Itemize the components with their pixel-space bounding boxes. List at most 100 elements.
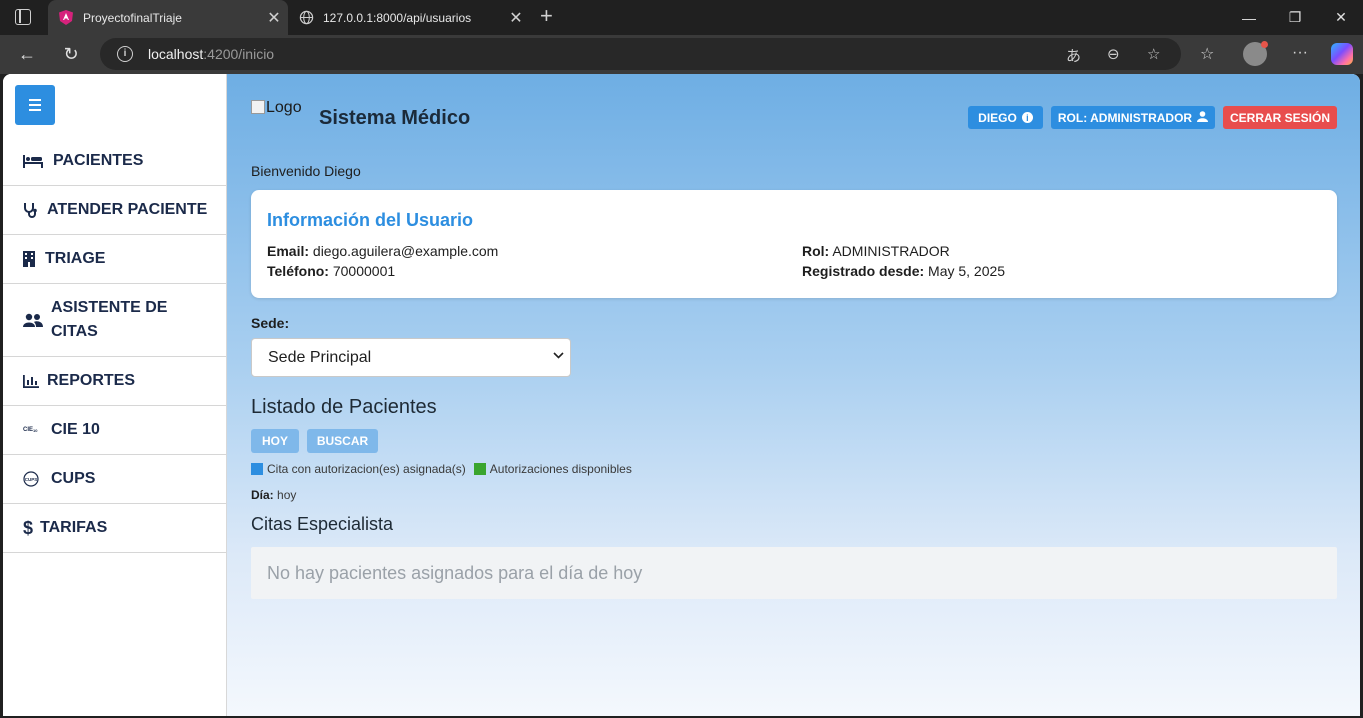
legend-swatch-blue (251, 463, 263, 475)
day-indicator: Día: hoy (251, 488, 296, 502)
sidebar-item-asistente-citas[interactable]: ASISTENTE DE CITAS (3, 284, 226, 357)
tab-close-icon[interactable]: ✕ (260, 8, 288, 28)
page-title: Sistema Médico (319, 107, 471, 129)
globe-icon (298, 10, 314, 26)
more-options-icon[interactable]: ⊖ (1107, 45, 1120, 63)
sidebar-item-label: CIE 10 (51, 421, 100, 438)
search-button[interactable]: BUSCAR (307, 429, 378, 453)
favorite-star-icon[interactable]: ☆ (1147, 45, 1160, 63)
profile-avatar-icon[interactable] (1243, 41, 1268, 66)
building-icon (23, 251, 45, 267)
copilot-icon[interactable] (1331, 43, 1353, 65)
role-row: Rol: ADMINISTRADOR (802, 243, 950, 259)
translate-icon[interactable]: あ (1066, 45, 1081, 66)
users-icon (23, 313, 51, 327)
close-window-icon[interactable]: ✕ (1318, 0, 1363, 35)
sede-select[interactable]: Sede Principal (251, 338, 571, 377)
empty-state: No hay pacientes asignados para el día d… (251, 547, 1337, 599)
main-content: Logo Sistema Médico DIEGO i ROL: ADMINIS… (227, 74, 1360, 716)
logo-alt-text: Logo (266, 99, 302, 116)
browser-tabstrip: ProyectofinalTriaje ✕ 127.0.0.1:8000/api… (0, 0, 1363, 35)
today-button[interactable]: HOY (251, 429, 299, 453)
info-circle-icon: i (1021, 112, 1033, 123)
broken-image-icon (251, 100, 265, 114)
new-tab-icon[interactable]: + (540, 5, 553, 27)
legend-swatch-green (473, 463, 486, 475)
tab-api-usuarios[interactable]: 127.0.0.1:8000/api/usuarios ✕ (288, 0, 530, 35)
day-label: Día: (251, 488, 274, 502)
sidebar-item-cie10[interactable]: CIE 10 CIE 10 (3, 406, 226, 455)
user-info-card: Información del Usuario Email: diego.agu… (251, 190, 1337, 298)
cie-icon: CIE 10 (23, 427, 38, 433)
url-text[interactable]: localhost:4200/inicio (148, 46, 274, 62)
email-label: Email: (267, 243, 310, 259)
phone-row: Teléfono: 70000001 (267, 263, 395, 279)
sede-label: Sede: (251, 315, 290, 331)
tab-proyecto[interactable]: ProyectofinalTriaje ✕ (48, 0, 288, 35)
phone-label: Teléfono: (267, 263, 329, 279)
welcome-text: Bienvenido Diego (251, 163, 361, 179)
legend-label: Cita con autorizacion(es) asignada(s) (267, 462, 466, 476)
chart-icon (23, 374, 47, 388)
registered-row: Registrado desde: May 5, 2025 (802, 263, 1005, 279)
logout-button[interactable]: CERRAR SESIÓN (1223, 106, 1337, 129)
role-button-label: ROL: ADMINISTRADOR (1057, 110, 1193, 125)
browser-toolbar: ← ↻ i localhost:4200/inicio あ ⊖ ☆ ☆ ··· (0, 35, 1363, 74)
favorites-icon[interactable]: ☆ (1200, 44, 1214, 64)
sidebar: PACIENTES ATENDER PACIENTE TRIAGE ASISTE… (3, 74, 227, 716)
sidebar-item-atender-paciente[interactable]: ATENDER PACIENTE (3, 186, 226, 235)
url-path: :4200/inicio (203, 46, 275, 62)
sidebar-item-triage[interactable]: TRIAGE (3, 235, 226, 284)
sidebar-item-label: REPORTES (47, 372, 136, 389)
minimize-icon[interactable]: — (1226, 0, 1272, 35)
site-info-icon[interactable]: i (117, 46, 133, 62)
email-value: diego.aguilera@example.com (312, 243, 499, 259)
angular-favicon-icon (58, 10, 74, 26)
restore-icon[interactable]: ❐ (1272, 0, 1318, 35)
menu-toggle-button[interactable] (15, 85, 55, 125)
sidebar-item-label: PACIENTES (53, 152, 144, 169)
user-icon (1197, 110, 1209, 125)
sidebar-item-pacientes[interactable]: PACIENTES (3, 137, 226, 186)
sidebar-item-tarifas[interactable]: $ TARIFAS (3, 504, 226, 553)
tab-actions-icon[interactable] (15, 9, 31, 25)
cups-icon: CUPS (23, 471, 51, 487)
legend: Cita con autorizacion(es) asignada(s) Au… (251, 462, 632, 476)
url-host: localhost (148, 46, 204, 62)
logo-image: Logo (251, 99, 302, 117)
sidebar-item-label: TRIAGE (45, 250, 106, 267)
stethoscope-icon (23, 202, 47, 218)
day-value: hoy (277, 488, 297, 502)
sidebar-item-reportes[interactable]: REPORTES (3, 357, 226, 406)
settings-menu-icon[interactable]: ··· (1292, 44, 1308, 62)
tab-title: 127.0.0.1:8000/api/usuarios (323, 10, 472, 25)
address-bar[interactable]: i localhost:4200/inicio あ ⊖ ☆ (100, 38, 1181, 70)
logout-button-label: CERRAR SESIÓN (1229, 110, 1330, 125)
reload-icon[interactable]: ↻ (55, 39, 87, 69)
user-button[interactable]: DIEGO i (968, 106, 1043, 129)
dollar-icon: $ (23, 517, 34, 538)
role-label: Rol: (802, 243, 830, 259)
svg-text:CUPS: CUPS (25, 477, 38, 482)
registered-label: Registrado desde: (802, 263, 925, 279)
page-viewport: PACIENTES ATENDER PACIENTE TRIAGE ASISTE… (3, 74, 1360, 716)
user-card-title: Información del Usuario (267, 210, 474, 230)
bed-icon (23, 154, 49, 168)
phone-value: 70000001 (332, 263, 396, 279)
sidebar-item-cups[interactable]: CUPS CUPS (3, 455, 226, 504)
email-row: Email: diego.aguilera@example.com (267, 243, 498, 259)
sidebar-item-label: CUPS (51, 470, 96, 487)
registered-value: May 5, 2025 (928, 263, 1006, 279)
specialist-heading: Citas Especialista (251, 514, 394, 534)
tab-close-icon[interactable]: ✕ (502, 8, 530, 28)
chevron-down-icon (553, 350, 564, 362)
back-icon[interactable]: ← (11, 39, 43, 69)
sidebar-nav: PACIENTES ATENDER PACIENTE TRIAGE ASISTE… (3, 137, 226, 553)
patients-heading: Listado de Pacientes (251, 396, 437, 418)
sidebar-item-label: ATENDER PACIENTE (47, 201, 208, 218)
sidebar-item-label: ASISTENTE DE CITAS (51, 299, 168, 340)
role-button[interactable]: ROL: ADMINISTRADOR (1051, 106, 1215, 129)
sidebar-item-label: TARIFAS (40, 519, 108, 536)
user-button-label: DIEGO (978, 110, 1017, 125)
sede-selected-value: Sede Principal (268, 348, 372, 366)
